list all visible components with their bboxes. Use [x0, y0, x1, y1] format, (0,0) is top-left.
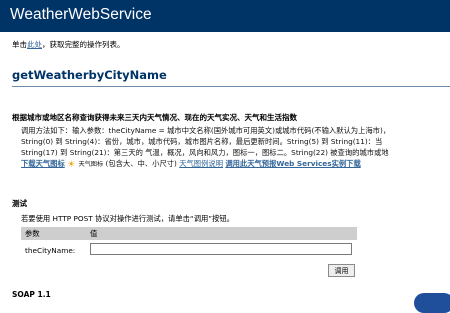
city-name-label: theCityName: [25, 246, 76, 255]
operation-divider [12, 86, 450, 87]
soap-heading: SOAP 1.1 [12, 290, 51, 299]
description-line-2: String(0) 到 String(4)：省份，城市，城市代码，城市图片名称，… [21, 137, 383, 146]
weather-icon-label: 天气图标 [78, 161, 104, 168]
intro-suffix: ，获取完整的操作列表。 [42, 40, 125, 49]
description-line-3: String(17) 到 String(21)：第三天的 气温，概况，风向和风力… [21, 148, 389, 157]
value-column-header: 值 [90, 229, 98, 238]
description-line-1: 调用方法如下：输入参数：theCityName = 城市中文名称(国外城市可用英… [21, 126, 391, 135]
operation-title: getWeatherbyCityName [12, 68, 167, 82]
icon-size-note: (包含大、中、小尺寸) [105, 159, 177, 168]
description-line-4: 下载天气图标 ☀ 天气图标 (包含大、中、小尺寸) 天气图例说明 调用此天气预报… [21, 159, 361, 170]
city-name-input[interactable] [90, 243, 352, 255]
service-title: WeatherWebService [10, 6, 152, 23]
test-heading: 测试 [12, 199, 27, 208]
weather-sun-icon: ☀ [67, 160, 76, 170]
intro-prefix: 单击 [12, 40, 27, 49]
description-heading: 根据城市或地区名称查询获得未来三天内天气情况、现在的天气实况、天气和生活指数 [12, 113, 297, 122]
download-icons-link[interactable]: 下载天气图标 [21, 159, 65, 168]
invoke-button[interactable]: 调用 [328, 264, 355, 277]
test-instructions: 若要使用 HTTP POST 协议对操作进行测试，请单击“调用”按钮。 [21, 214, 234, 223]
intro-text: 单击此处，获取完整的操作列表。 [12, 39, 125, 50]
weather-legend-link[interactable]: 天气图例说明 [179, 159, 223, 168]
test-form: 参数 值 theCityName: 调用 [21, 227, 357, 282]
example-download-link[interactable]: 调用此天气预报Web Services实例下载 [225, 159, 360, 168]
param-column-header: 参数 [25, 229, 40, 238]
corner-badge [414, 293, 450, 313]
param-table-header: 参数 值 [21, 227, 357, 240]
operation-list-link[interactable]: 此处 [27, 40, 42, 49]
page-header: WeatherWebService [0, 0, 450, 32]
